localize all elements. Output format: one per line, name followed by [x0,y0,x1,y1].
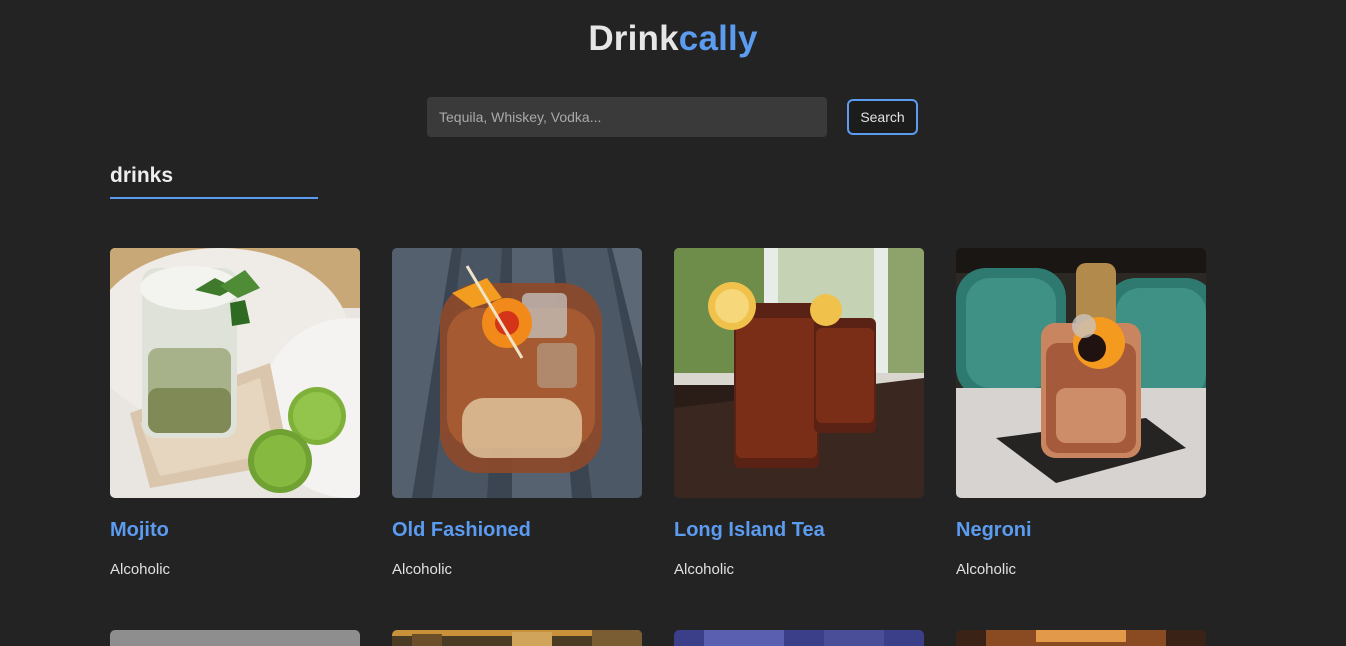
drink-category: Alcoholic [110,561,171,578]
drink-card-peek-photo[interactable] [110,630,360,646]
drink-card-mojito[interactable]: Mojito Alcoholic [110,248,360,579]
logo-text-primary: Drink [588,19,679,58]
drink-card-negroni[interactable]: Negroni Alcoholic [956,248,1206,579]
drink-card-peek-photo[interactable] [674,630,924,646]
drink-category: Alcoholic [674,561,735,578]
logo-text-accent: cally [678,19,758,58]
long-island-tea-photo[interactable] [674,248,924,498]
search-button[interactable]: Search [847,99,918,135]
section-title: drinks [110,164,174,187]
drink-name[interactable]: Long Island Tea [674,518,924,542]
section-underline [110,197,318,199]
drink-name[interactable]: Negroni [956,518,1206,542]
mojito-photo[interactable] [110,248,360,498]
search-input[interactable] [427,97,827,137]
old-fashioned-photo[interactable] [392,248,642,498]
negroni-photo[interactable] [956,248,1206,498]
drink-card-peek-photo[interactable] [956,630,1206,646]
drink-category: Alcoholic [392,561,453,578]
app-logo[interactable]: Drinkcally [0,18,1346,60]
drink-card-old-fashioned[interactable]: Old Fashioned Alcoholic [392,248,642,579]
drink-name[interactable]: Old Fashioned [392,518,642,542]
drink-card-peek-photo[interactable] [392,630,642,646]
drink-card-long-island-tea[interactable]: Long Island Tea Alcoholic [674,248,924,579]
drink-category: Alcoholic [956,561,1017,578]
drink-name[interactable]: Mojito [110,518,360,542]
app-root: Drinkcally Search drinks [0,0,1346,646]
